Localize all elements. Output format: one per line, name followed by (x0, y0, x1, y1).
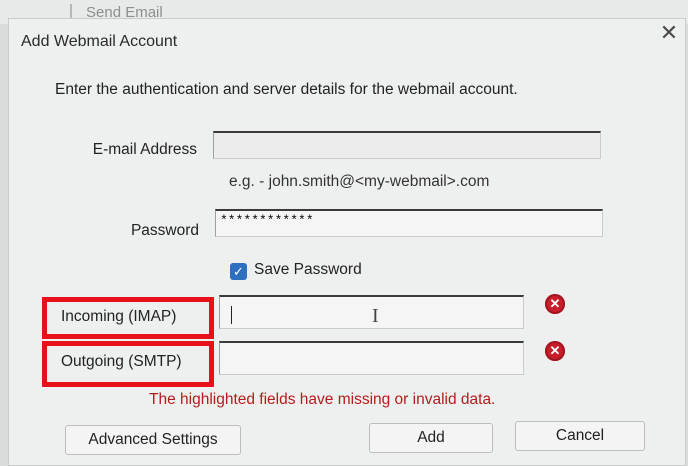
email-field[interactable] (213, 131, 601, 159)
close-icon[interactable]: ✕ (657, 21, 681, 45)
validation-error-message: The highlighted fields have missing or i… (149, 391, 496, 408)
save-password-checkbox[interactable]: ✓ (230, 263, 247, 280)
incoming-error-icon: ✕ (545, 294, 565, 314)
text-caret (231, 306, 232, 324)
add-webmail-dialog: Add Webmail Account ✕ Enter the authenti… (8, 18, 686, 466)
email-label: E-mail Address (92, 141, 197, 158)
instructions-text: Enter the authentication and server deta… (55, 81, 518, 98)
email-hint: e.g. - john.smith@<my-webmail>.com (229, 173, 490, 190)
save-password-label: Save Password (254, 261, 362, 278)
cancel-button[interactable]: Cancel (515, 421, 645, 451)
outgoing-smtp-field[interactable] (219, 341, 524, 375)
outgoing-label: Outgoing (SMTP) (61, 353, 182, 370)
password-field[interactable]: ************ (215, 209, 603, 237)
incoming-label: Incoming (IMAP) (61, 308, 177, 325)
text-cursor-icon: I (372, 305, 379, 327)
add-button[interactable]: Add (369, 423, 493, 453)
dialog-title: Add Webmail Account (21, 33, 178, 50)
outgoing-error-icon: ✕ (545, 341, 565, 361)
advanced-settings-button[interactable]: Advanced Settings (65, 425, 241, 455)
password-label: Password (130, 222, 199, 239)
